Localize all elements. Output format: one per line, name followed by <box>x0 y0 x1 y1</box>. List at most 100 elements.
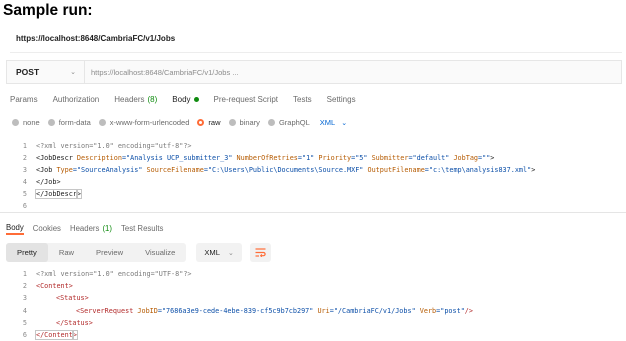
radio-label: binary <box>239 118 260 127</box>
request-bar: POST ⌄ https://localhost:8648/CambriaFC/… <box>6 60 622 84</box>
chevron-down-icon: ⌄ <box>341 119 348 127</box>
tab-response-headers[interactable]: Headers (1) <box>70 222 112 235</box>
code-text: </Job> <box>36 178 61 186</box>
radio-none[interactable]: none <box>12 118 40 127</box>
headers-count-badge: (8) <box>147 95 158 104</box>
view-visualize-button[interactable]: Visualize <box>134 243 186 262</box>
line-number: 5 <box>22 190 27 198</box>
code-text: </JobDescr> <box>35 189 83 199</box>
radio-urlencoded[interactable]: x-www-form-urlencoded <box>98 118 190 127</box>
code-line: 5 </JobDescr> <box>12 188 622 200</box>
tab-label: Cookies <box>32 224 61 233</box>
view-mode-segmented: Pretty Raw Preview Visualize <box>6 243 187 262</box>
radio-binary[interactable]: binary <box>228 118 260 127</box>
code-line: 2 <JobDescr Description="Analysis UCP_su… <box>12 152 622 164</box>
radio-form-data[interactable]: form-data <box>47 118 91 127</box>
tab-label: Params <box>10 95 38 104</box>
tab-label: Authorization <box>52 95 100 104</box>
radio-selected-icon <box>197 119 205 126</box>
endpoint-url: https://localhost:8648/CambriaFC/v1/Jobs <box>16 34 176 43</box>
code-line: 4 <ServerRequest JobID="7686a3e9-cede-4e… <box>12 305 622 317</box>
format-label: XML <box>319 118 336 127</box>
radio-icon <box>228 119 236 126</box>
tab-pre-request-script[interactable]: Pre-request Script <box>214 95 278 104</box>
radio-icon <box>12 119 19 126</box>
chevron-down-icon: ⌄ <box>70 69 76 76</box>
view-pretty-button[interactable]: Pretty <box>6 243 48 262</box>
code-line: 5 </Status> <box>12 317 622 329</box>
line-number: 3 <box>22 166 27 174</box>
line-number: 6 <box>22 331 27 340</box>
method-select[interactable]: POST ⌄ <box>7 61 85 83</box>
radio-label: x-www-form-urlencoded <box>109 118 190 127</box>
tab-authorization[interactable]: Authorization <box>53 95 100 104</box>
code-line: 3 <Status> <box>12 292 622 304</box>
code-line: 1 <?xml version="1.0" encoding="UTF-8"?> <box>12 268 622 280</box>
code-text: <JobDescr Description="Analysis UCP_subm… <box>36 154 495 162</box>
radio-icon <box>267 119 275 126</box>
code-text: <Status> <box>56 294 89 303</box>
body-type-options: none form-data x-www-form-urlencoded raw… <box>12 118 347 127</box>
line-number: 3 <box>22 294 27 303</box>
wrap-lines-icon <box>255 248 266 257</box>
method-label: POST <box>16 67 40 77</box>
response-body-viewer[interactable]: 1 <?xml version="1.0" encoding="UTF-8"?>… <box>12 268 622 341</box>
tab-label: Tests <box>293 95 312 104</box>
body-format-select[interactable]: XML ⌄ <box>320 118 347 127</box>
radio-label: GraphQL <box>278 118 310 127</box>
response-toolbar: Pretty Raw Preview Visualize XML ⌄ <box>6 243 271 262</box>
tab-label: Test Results <box>120 224 164 233</box>
tab-label: Headers <box>114 95 145 104</box>
response-format-select[interactable]: XML ⌄ <box>196 243 242 262</box>
wrap-lines-button[interactable] <box>249 243 271 262</box>
radio-label: none <box>23 118 40 127</box>
line-number: 2 <box>22 154 27 162</box>
tab-label: Headers <box>69 224 100 233</box>
code-line: 3 <Job Type="SourceAnalysis" SourceFilen… <box>12 164 622 176</box>
view-raw-button[interactable]: Raw <box>48 243 85 262</box>
body-indicator-dot <box>193 97 199 102</box>
tab-params[interactable]: Params <box>10 95 38 104</box>
tab-label: Body <box>172 95 191 104</box>
tab-response-body[interactable]: Body <box>6 222 24 235</box>
request-body-editor[interactable]: 1 <?xml version="1.0" encoding="utf-8"?>… <box>12 140 622 212</box>
line-number: 1 <box>22 270 27 279</box>
line-number: 4 <box>22 178 27 186</box>
tab-cookies[interactable]: Cookies <box>33 222 61 235</box>
format-label: XML <box>204 248 220 257</box>
radio-label: raw <box>208 118 221 127</box>
tab-settings[interactable]: Settings <box>327 95 356 104</box>
line-number: 4 <box>22 306 27 315</box>
radio-raw[interactable]: raw <box>197 118 221 127</box>
code-line: 1 <?xml version="1.0" encoding="utf-8"?> <box>12 140 622 152</box>
line-number: 6 <box>22 202 27 210</box>
radio-icon <box>47 119 55 126</box>
line-number: 5 <box>22 318 27 327</box>
code-text: <Content> <box>36 282 73 291</box>
tab-label: Body <box>6 223 24 232</box>
tab-tests[interactable]: Tests <box>293 95 312 104</box>
code-line: 2 <Content> <box>12 280 622 292</box>
tab-label: Settings <box>326 95 356 104</box>
radio-icon <box>98 119 106 126</box>
radio-graphql[interactable]: GraphQL <box>267 118 310 127</box>
tab-test-results[interactable]: Test Results <box>121 222 163 235</box>
code-text: </Content> <box>35 330 78 341</box>
code-line: 6 </Content> <box>12 329 622 341</box>
url-input[interactable]: https://localhost:8648/CambriaFC/v1/Jobs… <box>85 68 239 77</box>
divider <box>0 212 626 213</box>
line-number: 2 <box>22 282 27 291</box>
request-tabs: Params Authorization Headers (8) Body Pre… <box>10 95 371 104</box>
code-text: <?xml version="1.0" encoding="UTF-8"?> <box>36 270 192 279</box>
tab-body[interactable]: Body <box>172 95 199 104</box>
chevron-down-icon: ⌄ <box>227 249 234 257</box>
line-number: 1 <box>22 142 27 150</box>
code-text: <ServerRequest JobID="7686a3e9-cede-4ebe… <box>76 306 473 315</box>
tab-headers[interactable]: Headers (8) <box>114 95 157 104</box>
code-text: <Job Type="SourceAnalysis" SourceFilenam… <box>36 166 536 174</box>
view-preview-button[interactable]: Preview <box>85 243 134 262</box>
divider <box>10 52 622 53</box>
code-text: </Status> <box>56 318 93 327</box>
radio-label: form-data <box>58 118 91 127</box>
code-line: 6 <box>12 200 622 212</box>
